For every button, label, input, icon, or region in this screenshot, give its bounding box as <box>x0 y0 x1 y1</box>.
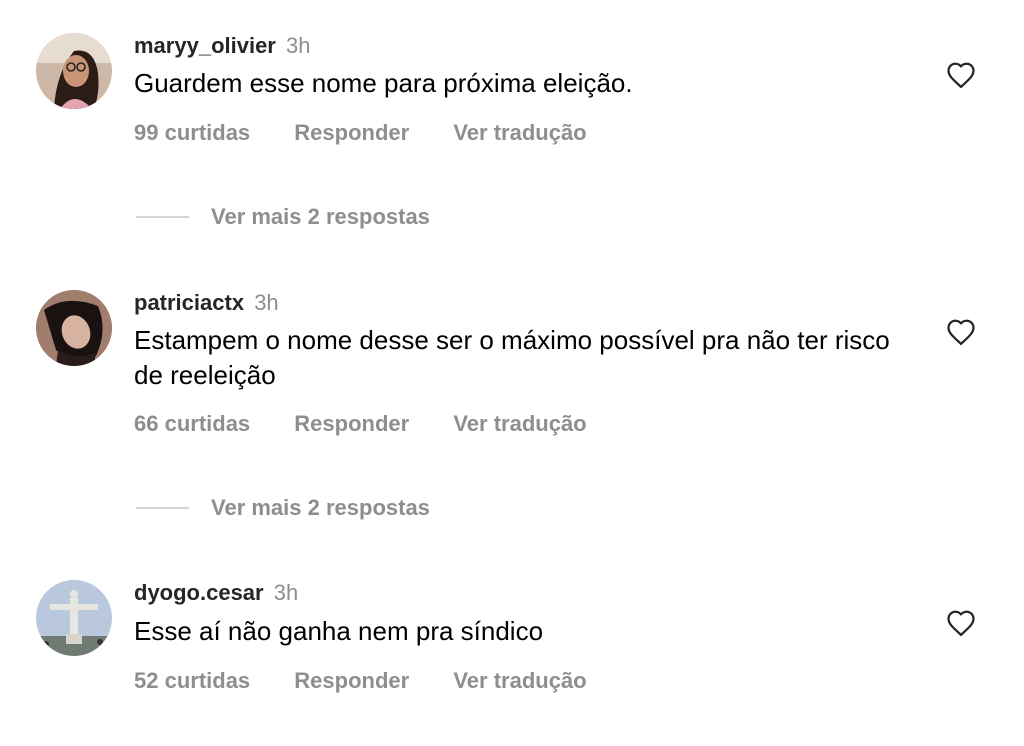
timestamp: 3h <box>273 580 299 605</box>
translate-button[interactable]: Ver tradução <box>453 668 586 694</box>
avatar[interactable] <box>36 580 112 656</box>
comment-text: Esse aí não ganha nem pra síndico <box>134 616 544 646</box>
profile-photo-icon <box>36 580 112 656</box>
comment-actions: 52 curtidas Responder Ver tradução <box>134 668 625 694</box>
comment-item: dyogo.cesar 3h Esse aí não ganha nem pra… <box>0 0 1024 746</box>
heart-outline-icon[interactable] <box>946 609 976 637</box>
likes-count[interactable]: 52 curtidas <box>134 668 250 694</box>
comment-header: dyogo.cesar 3h <box>134 580 298 606</box>
username[interactable]: dyogo.cesar <box>134 580 264 605</box>
reply-button[interactable]: Responder <box>294 668 409 694</box>
